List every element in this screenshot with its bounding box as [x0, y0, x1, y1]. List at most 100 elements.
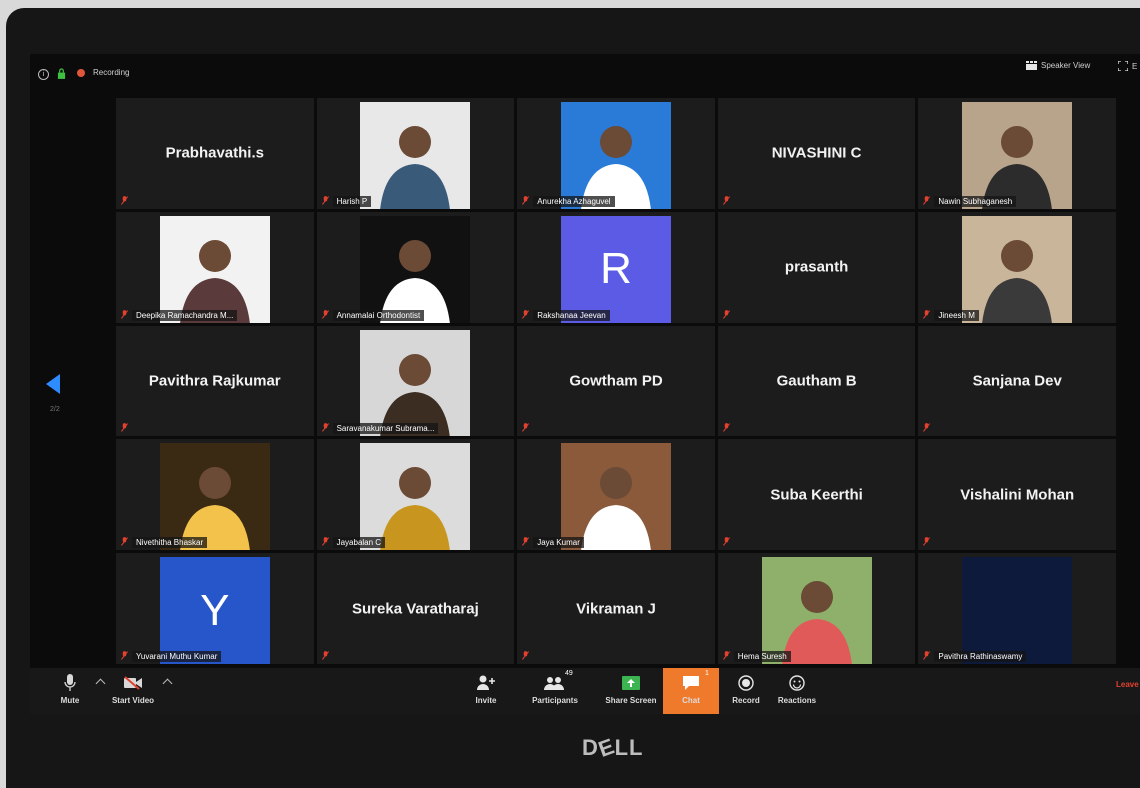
- participant-tile[interactable]: Nivethitha Bhaskar: [116, 439, 314, 551]
- participant-tile[interactable]: Suba Keerthi: [717, 439, 916, 551]
- participant-name-label: Jineesh M: [934, 309, 979, 321]
- participant-tile[interactable]: R Rakshanaa Jeevan: [517, 211, 715, 323]
- person-silhouette-icon: [581, 126, 651, 209]
- participant-video: [360, 215, 471, 323]
- avatar-initial: Y: [159, 557, 270, 664]
- participant-tile[interactable]: NIVASHINI C: [717, 98, 916, 209]
- person-silhouette-icon: [781, 581, 852, 664]
- start-video-label: Start Video: [111, 696, 155, 705]
- muted-mic-icon: [722, 537, 730, 546]
- person-silhouette-icon: [380, 239, 451, 323]
- muted-mic-icon: [522, 195, 530, 205]
- speaker-view-label: Speaker View: [1041, 61, 1091, 70]
- muted-mic-icon: [321, 537, 329, 546]
- info-icon[interactable]: i: [38, 69, 49, 80]
- reactions-button[interactable]: Reactions: [767, 672, 827, 705]
- muted-mic-icon: [121, 423, 128, 433]
- lock-icon[interactable]: [57, 68, 66, 79]
- participant-tile[interactable]: Gautham B: [717, 325, 916, 437]
- muted-mic-icon: [522, 309, 530, 319]
- participants-count: 49: [565, 670, 573, 677]
- participant-tile[interactable]: Sureka Varatharaj: [316, 553, 515, 664]
- participant-name-label: Jayabalan C: [332, 537, 386, 549]
- share-screen-icon: [622, 676, 640, 690]
- leave-button[interactable]: Leave: [1116, 680, 1139, 689]
- participant-tile[interactable]: Prabhavathi.s: [116, 98, 314, 209]
- invite-button[interactable]: Invite: [456, 672, 516, 705]
- person-silhouette-icon: [380, 126, 451, 209]
- participant-name-label: Yuvarani Muthu Kumar: [132, 651, 222, 662]
- participant-name: NIVASHINI C: [771, 144, 862, 162]
- muted-mic-icon: [321, 423, 329, 433]
- participant-tile[interactable]: Jaya Kumar: [517, 439, 715, 551]
- participants-button[interactable]: 49 Participants: [525, 670, 585, 705]
- meeting-top-bar: i Recording Speaker View E: [30, 54, 1140, 94]
- participant-video: [360, 329, 471, 437]
- fullscreen-icon: [1118, 61, 1128, 71]
- participant-tile[interactable]: prasanth: [717, 211, 916, 323]
- muted-mic-icon: [321, 651, 329, 660]
- participant-tile[interactable]: Pavithra Rajkumar: [116, 325, 314, 437]
- participant-tile[interactable]: Deepika Ramachandra M...: [116, 211, 314, 323]
- reactions-label: Reactions: [777, 696, 817, 705]
- participant-tile[interactable]: Anurekha Azhaguvel: [517, 98, 715, 209]
- share-screen-label: Share Screen: [605, 696, 657, 705]
- participant-video: [560, 443, 671, 551]
- participant-name: Suba Keerthi: [770, 486, 863, 504]
- chat-bubble-icon: [683, 676, 699, 690]
- meeting-toolbar: Mute Start Video Invite 49 Participants …: [30, 668, 1140, 714]
- zoom-meeting-window: i Recording Speaker View E 2/2 Prabhavat…: [30, 54, 1140, 714]
- person-silhouette-icon: [179, 467, 250, 551]
- speaker-view-icon: [1026, 61, 1037, 70]
- participant-video: [360, 102, 471, 209]
- participant-tile[interactable]: Pavithra Rathinaswamy: [918, 553, 1116, 664]
- recording-label[interactable]: Recording: [93, 68, 129, 77]
- participant-tile[interactable]: Vishalini Mohan: [918, 439, 1116, 551]
- fullscreen-button[interactable]: E: [1118, 61, 1137, 71]
- participant-name: Gowtham PD: [569, 372, 663, 390]
- microphone-icon: [64, 674, 76, 691]
- participant-name-label: Nivethitha Bhaskar: [132, 537, 208, 549]
- participants-label: Participants: [532, 696, 578, 705]
- person-silhouette-icon: [380, 467, 451, 551]
- previous-page-arrow-icon[interactable]: [46, 374, 60, 394]
- page-indicator: 2/2: [50, 406, 60, 413]
- participant-name: Vishalini Mohan: [960, 486, 1075, 504]
- speaker-view-button[interactable]: Speaker View: [1026, 61, 1090, 70]
- participant-tile[interactable]: Hema Suresh: [717, 553, 916, 664]
- chat-button[interactable]: 1 Chat: [663, 668, 719, 714]
- share-screen-button[interactable]: Share Screen: [601, 672, 661, 705]
- participant-name-label: Nawin Subhaganesh: [934, 195, 1017, 207]
- chat-label: Chat: [682, 696, 700, 705]
- participant-tile[interactable]: Jayabalan C: [316, 439, 515, 551]
- participant-tile[interactable]: Nawin Subhaganesh: [918, 98, 1116, 209]
- participant-tile[interactable]: Jineesh M: [918, 211, 1116, 323]
- chat-unread-badge: 1: [705, 670, 709, 677]
- mute-button[interactable]: Mute: [40, 672, 100, 705]
- participant-name-label: Jaya Kumar: [533, 537, 584, 549]
- participants-icon: [544, 677, 564, 690]
- participant-name: Sanjana Dev: [972, 372, 1062, 390]
- participant-tile[interactable]: Sanjana Dev: [918, 325, 1116, 437]
- participant-tile[interactable]: Saravanakumar Subrama...: [316, 325, 515, 437]
- record-icon: [738, 675, 754, 691]
- muted-mic-icon: [923, 423, 931, 433]
- start-video-button[interactable]: Start Video: [103, 672, 163, 705]
- participant-tile[interactable]: Harish P: [316, 98, 515, 209]
- muted-mic-icon: [321, 309, 329, 319]
- muted-mic-icon: [522, 651, 530, 660]
- participant-tile[interactable]: Gowtham PD: [517, 325, 715, 437]
- video-options-chevron-icon[interactable]: [162, 678, 173, 689]
- participant-video: [962, 557, 1073, 664]
- participant-tile[interactable]: Y Yuvarani Muthu Kumar: [116, 553, 314, 664]
- person-silhouette-icon: [380, 353, 451, 437]
- invite-label: Invite: [475, 696, 497, 705]
- muted-mic-icon: [722, 195, 730, 205]
- muted-mic-icon: [923, 309, 931, 319]
- participant-tile[interactable]: Annamalai Orthodontist: [316, 211, 515, 323]
- participant-name-label: Saravanakumar Subrama...: [332, 423, 439, 435]
- participant-tile[interactable]: Vikraman J: [517, 553, 715, 664]
- participant-video: [159, 443, 270, 551]
- muted-mic-icon: [722, 423, 730, 433]
- muted-mic-icon: [121, 537, 128, 546]
